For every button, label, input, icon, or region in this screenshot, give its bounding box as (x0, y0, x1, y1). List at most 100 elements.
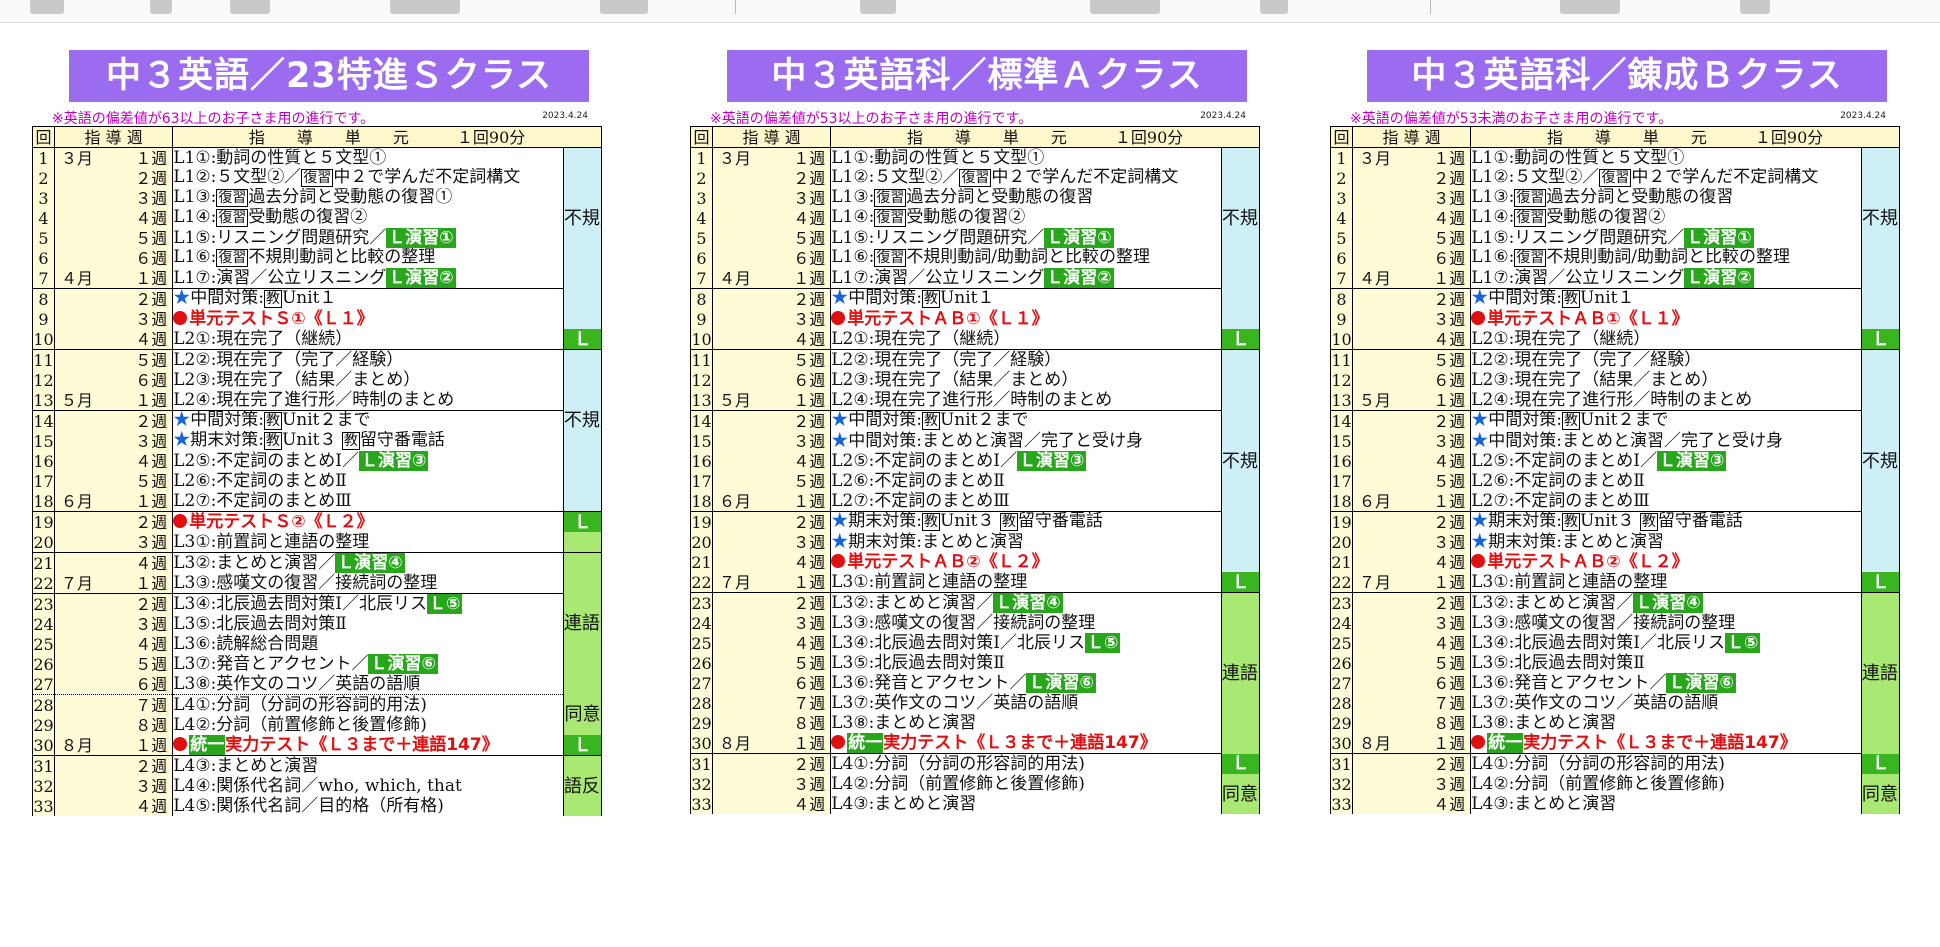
session-number: 21 (31, 552, 56, 573)
table-row: 22 ７月 １週 L3①:前置詞と連語の整理 Ｌ (689, 572, 1261, 593)
week-label: ２週 (135, 411, 168, 431)
session-number: 3 (1329, 188, 1354, 208)
unit-cell: L3⑤:北辰過去問対策Ⅱ (1470, 653, 1862, 673)
session-number: 33 (689, 794, 714, 814)
red-dot-icon (831, 734, 846, 749)
table-row: 13 ５月 １週 L2④:現在完了進行形／時制のまとめ (689, 390, 1260, 411)
schedule-table: 回 指 導 週 指 導 単 元 １回90分 1 ３月 １週 L1①:動詞の性質と５文型… (689, 126, 1261, 814)
boxed-marker: 教 (263, 290, 282, 308)
week-cell: ３週 (1352, 613, 1472, 633)
unit-text: L4③:まとめと演習 (1471, 794, 1617, 814)
month-label: ８月 (719, 733, 752, 753)
unit-text: L1①:動詞の性質と５文型① (1471, 147, 1685, 168)
week-label: ４週 (135, 451, 168, 471)
unit-cell: L1⑤:リスニング問題研究／ Ｌ演習① (172, 228, 564, 248)
note-line: ※英語の偏差値が53未満のお子さま用の進行です。 2023.4.24 (1330, 106, 1900, 127)
session-number: 15 (1329, 431, 1354, 451)
week-label: １週 (1433, 148, 1466, 168)
week-label: ４週 (135, 329, 168, 349)
unit-cell: L1②:５文型②／ 復習 中２で学んだ不定詞構文 (1470, 168, 1862, 188)
unit-text: L1③: (831, 188, 875, 207)
unit-cell: ★中間対策: 教 Unit２まで (172, 410, 564, 431)
week-cell: ４週 (54, 208, 174, 228)
table-row: 31 ２週 L4①:分詞（分詞の形容詞的用法) Ｌ (1329, 753, 1901, 774)
side-note: 不規則動詞Ⅰ総 (562, 147, 603, 289)
week-label: ４週 (793, 633, 826, 653)
week-label: ５週 (135, 471, 168, 491)
side-note: 同意 (562, 694, 603, 735)
week-cell: ２週 (54, 410, 174, 431)
unit-cell: L2②:現在完了（完了／経験） (830, 349, 1222, 370)
week-label: ３週 (1433, 532, 1466, 552)
session-number: 21 (1329, 552, 1354, 572)
session-number: 28 (1329, 693, 1354, 713)
boxed-marker: 教 (1561, 412, 1580, 430)
unit-text: L2⑦:不定詞のまとめⅢ (831, 491, 1010, 511)
week-cell: ６月 １週 (1352, 491, 1472, 512)
schedule-body: 1３月１週L1①:動詞の性質と５文型①不規則動詞Ⅰ総2２週L1②:５文型②／復習… (689, 147, 1261, 814)
header-cell: 指 導 週 (712, 126, 832, 148)
table-row: 5 ５週 L1⑤:リスニング問題研究／ Ｌ演習① (1329, 228, 1900, 248)
table-row: 27 ６週 L3⑥:発音とアクセント／ Ｌ演習⑥ (1329, 673, 1900, 693)
unit-text: Unit３ (939, 511, 1000, 531)
week-cell: ４週 (712, 794, 832, 814)
header-cell: 回 (689, 126, 714, 148)
unit-cell: L3①:前置詞と連語の整理 (830, 572, 1222, 593)
unit-cell: L2⑥:不定詞のまとめⅡ (830, 471, 1222, 491)
unit-text: L2⑥:不定詞のまとめⅡ (1471, 471, 1645, 491)
unit-text: L4③:まとめと演習 (173, 755, 319, 776)
unit-cell: 統一実力テスト《Ｌ３まで＋連語147》 (1470, 733, 1862, 754)
table-row: 8 ２週 ★中間対策: 教 Unit１ (1329, 288, 1901, 329)
unit-text: 中間対策:まとめと演習／完了と受け身 (848, 431, 1143, 451)
month-label: ７月 (1359, 572, 1392, 592)
session-number: 22 (1329, 572, 1354, 593)
week-label: ５週 (1433, 471, 1466, 491)
side-note: 同意語 (1220, 774, 1261, 814)
unit-cell: 単元テストＡＢ①《Ｌ１》 (830, 309, 1222, 329)
week-cell: ５週 (54, 654, 174, 674)
listening-exercise-badge: Ｌ演習③ (1017, 451, 1087, 471)
listening-exercise-badge: Ｌ演習② (1684, 268, 1754, 288)
week-label: ３週 (135, 188, 168, 208)
week-cell: ７月 １週 (712, 572, 832, 593)
unit-cell: L3④:北辰過去問対策Ⅰ／北辰リス Ｌ⑤ (830, 633, 1222, 653)
unit-cell: L3⑦:発音とアクセント／ Ｌ演習⑥ (172, 654, 564, 674)
session-number: 6 (31, 248, 56, 268)
unit-text: L1④: (831, 208, 875, 227)
unit-text: 期末対策: (1488, 511, 1562, 531)
week-label: ３週 (1433, 188, 1466, 208)
week-cell: ３週 (712, 431, 832, 451)
week-cell: ５月 １週 (54, 390, 174, 411)
table-row: 2 ２週 L1②:５文型②／ 復習 中２で学んだ不定詞構文 (31, 168, 602, 188)
week-cell: ５週 (712, 471, 832, 491)
week-label: ３週 (1433, 431, 1466, 451)
week-label: ５週 (135, 654, 168, 674)
boxed-marker: 教 (921, 513, 940, 531)
week-label: ３週 (793, 774, 826, 794)
unit-cell: 統一実力テスト《Ｌ３まで＋連語147》 (172, 735, 564, 756)
table-row: 12 ６週 L2③:現在完了（結果／まとめ） (31, 370, 602, 390)
week-cell: ３週 (54, 532, 174, 553)
session-number: 1 (1329, 147, 1354, 168)
side-note: Ｌ (1860, 753, 1901, 774)
unit-cell: L4②:分詞（前置修飾と後置修飾) (172, 715, 564, 735)
header-cell: 指 導 単 元 １回90分 (1470, 126, 1900, 148)
table-row: 25 ４週 L3④:北辰過去問対策Ⅰ／北辰リス Ｌ⑤ (1329, 633, 1900, 653)
unit-text: 留守番電話 (1017, 511, 1103, 531)
test-label: 実力テスト《Ｌ３まで＋連語147》 (225, 735, 499, 755)
session-number: 4 (689, 208, 714, 228)
red-dot-icon (831, 310, 846, 325)
unit-cell: L2⑦:不定詞のまとめⅢ (830, 491, 1222, 512)
unit-text: L4④:関係代名詞／who, which, that (173, 776, 462, 796)
session-number: 26 (689, 653, 714, 673)
session-number: 11 (689, 349, 714, 370)
unit-text: Unit１ (281, 288, 337, 308)
unit-text: L3③:感嘆文の復習／接続詞の整理 (173, 573, 438, 593)
boxed-marker: 教 (1561, 290, 1580, 308)
unit-text: 期末対策:まとめと演習 (848, 532, 1024, 552)
week-label: ６週 (135, 248, 168, 268)
schedule-table: 回 指 導 週 指 導 単 元 １回90分 1 ３月 １週 L1①:動詞の性質と５文型… (1329, 126, 1901, 814)
unified-test-badge: 統一 (189, 735, 226, 755)
unified-test-badge: 統一 (1487, 733, 1524, 753)
week-cell: ４週 (54, 451, 174, 471)
